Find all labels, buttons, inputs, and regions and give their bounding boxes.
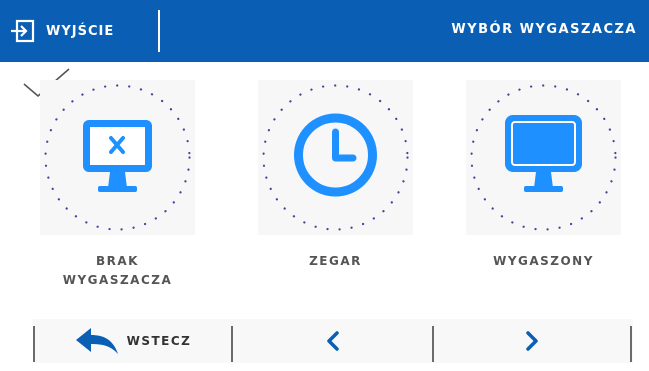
prev-button[interactable] (233, 319, 432, 363)
option-no-screensaver[interactable] (40, 80, 195, 235)
exit-button[interactable]: WYJŚCIE (10, 13, 114, 49)
chevron-left-icon (326, 331, 339, 351)
page-title: WYBÓR WYGASZACZA (451, 22, 637, 37)
chevron-right-icon (526, 331, 538, 351)
option-label-blank: WYGASZONY (493, 254, 594, 268)
monitor-x-icon (44, 84, 191, 231)
header-divider (158, 10, 160, 52)
option-blank-screen[interactable] (466, 80, 621, 235)
monitor-off-icon (470, 84, 617, 231)
option-label-clock: ZEGAR (309, 254, 362, 268)
nav-divider (630, 326, 632, 362)
exit-label: WYJŚCIE (46, 23, 115, 39)
exit-icon (11, 19, 35, 43)
option-label-no-screensaver: BRAK WYGASZACZA (62, 254, 173, 287)
back-label: WSTECZ (126, 334, 192, 348)
back-arrow-icon (75, 328, 118, 354)
clock-icon (262, 84, 409, 231)
top-bar: WYJŚCIE WYBÓR WYGASZACZA (0, 0, 649, 62)
back-button[interactable]: WSTECZ (35, 319, 231, 363)
option-clock[interactable] (258, 80, 413, 235)
next-button[interactable] (434, 319, 630, 363)
